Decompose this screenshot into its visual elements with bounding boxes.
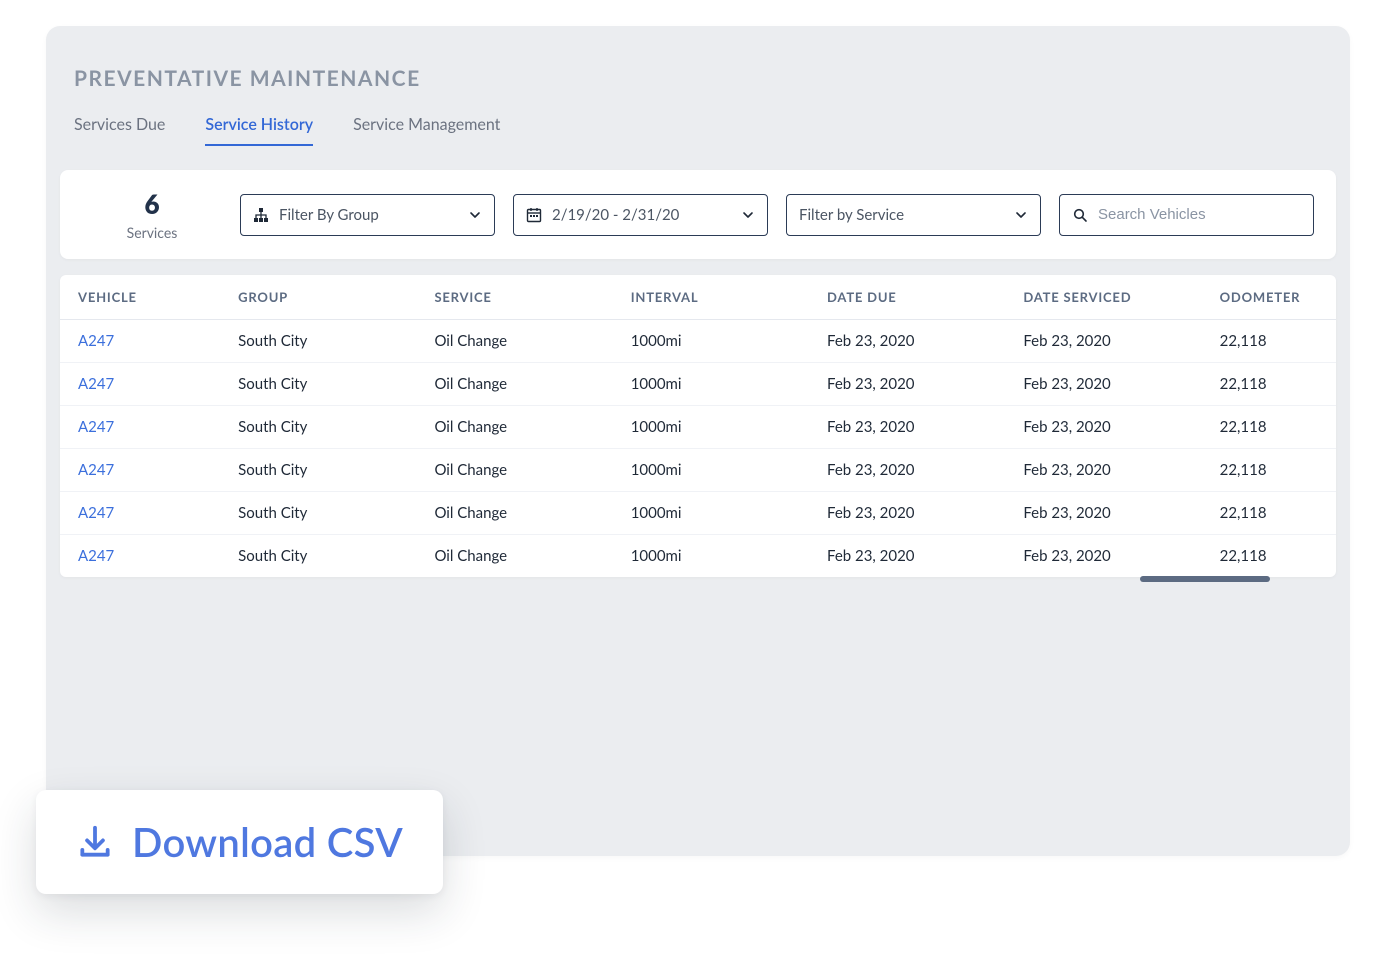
vehicle-cell[interactable]: A247 [60, 363, 220, 406]
calendar-icon [526, 207, 542, 223]
date-serviced-cell: Feb 23, 2020 [1005, 535, 1201, 578]
horizontal-scrollbar-thumb[interactable] [1140, 576, 1270, 582]
services-count-block: 6 Services [82, 188, 222, 241]
date-due-cell: Feb 23, 2020 [809, 406, 1005, 449]
interval-cell: 1000mi [613, 449, 809, 492]
service-cell: Oil Change [416, 449, 612, 492]
table-row[interactable]: A247South CityOil Change1000miFeb 23, 20… [60, 535, 1336, 578]
date-due-cell: Feb 23, 2020 [809, 535, 1005, 578]
interval-cell: 1000mi [613, 535, 809, 578]
hierarchy-icon [253, 207, 269, 223]
odometer-cell: 22,118 [1202, 535, 1336, 578]
service-cell: Oil Change [416, 363, 612, 406]
group-cell: South City [220, 492, 416, 535]
date-serviced-cell: Feb 23, 2020 [1005, 492, 1201, 535]
search-input[interactable] [1098, 206, 1301, 223]
group-cell: South City [220, 320, 416, 363]
filter-by-group[interactable]: Filter By Group [240, 194, 495, 236]
table-header-row: VEHICLE GROUP SERVICE INTERVAL DATE DUE … [60, 275, 1336, 320]
table-row[interactable]: A247South CityOil Change1000miFeb 23, 20… [60, 492, 1336, 535]
col-service[interactable]: SERVICE [416, 275, 612, 320]
page-title: PREVENTATIVE MAINTENANCE [46, 66, 1350, 109]
vehicle-cell[interactable]: A247 [60, 406, 220, 449]
tab-service-history[interactable]: Service History [205, 115, 313, 146]
chevron-down-icon [1014, 208, 1028, 222]
odometer-cell: 22,118 [1202, 406, 1336, 449]
vehicle-cell[interactable]: A247 [60, 535, 220, 578]
date-due-cell: Feb 23, 2020 [809, 449, 1005, 492]
group-cell: South City [220, 535, 416, 578]
date-due-cell: Feb 23, 2020 [809, 363, 1005, 406]
search-icon [1072, 207, 1088, 223]
vehicle-cell[interactable]: A247 [60, 449, 220, 492]
download-csv-label: Download CSV [132, 818, 403, 866]
filter-date-range[interactable]: 2/19/20 - 2/31/20 [513, 194, 768, 236]
vehicle-cell[interactable]: A247 [60, 492, 220, 535]
interval-cell: 1000mi [613, 320, 809, 363]
table-row[interactable]: A247South CityOil Change1000miFeb 23, 20… [60, 406, 1336, 449]
date-serviced-cell: Feb 23, 2020 [1005, 449, 1201, 492]
table-row[interactable]: A247South CityOil Change1000miFeb 23, 20… [60, 449, 1336, 492]
services-count: 6 [144, 188, 159, 220]
tab-services-due[interactable]: Services Due [74, 115, 165, 146]
interval-cell: 1000mi [613, 406, 809, 449]
filter-by-service[interactable]: Filter by Service [786, 194, 1041, 236]
table-row[interactable]: A247South CityOil Change1000miFeb 23, 20… [60, 320, 1336, 363]
search-vehicles[interactable] [1059, 194, 1314, 236]
date-serviced-cell: Feb 23, 2020 [1005, 363, 1201, 406]
chevron-down-icon [741, 208, 755, 222]
interval-cell: 1000mi [613, 492, 809, 535]
col-interval[interactable]: INTERVAL [613, 275, 809, 320]
service-history-table: VEHICLE GROUP SERVICE INTERVAL DATE DUE … [60, 275, 1336, 577]
table-row[interactable]: A247South CityOil Change1000miFeb 23, 20… [60, 363, 1336, 406]
download-icon [76, 823, 114, 861]
odometer-cell: 22,118 [1202, 363, 1336, 406]
tabs: Services Due Service History Service Man… [46, 115, 1350, 146]
download-csv-button[interactable]: Download CSV [36, 790, 443, 894]
vehicle-cell[interactable]: A247 [60, 320, 220, 363]
odometer-cell: 22,118 [1202, 492, 1336, 535]
col-date-due[interactable]: DATE DUE [809, 275, 1005, 320]
filter-by-service-label: Filter by Service [799, 206, 904, 224]
col-date-serviced[interactable]: DATE SERVICED [1005, 275, 1201, 320]
service-cell: Oil Change [416, 406, 612, 449]
date-serviced-cell: Feb 23, 2020 [1005, 320, 1201, 363]
filter-date-range-label: 2/19/20 - 2/31/20 [552, 206, 679, 224]
odometer-cell: 22,118 [1202, 320, 1336, 363]
col-group[interactable]: GROUP [220, 275, 416, 320]
service-cell: Oil Change [416, 535, 612, 578]
col-odometer[interactable]: ODOMETER [1202, 275, 1336, 320]
group-cell: South City [220, 363, 416, 406]
date-due-cell: Feb 23, 2020 [809, 320, 1005, 363]
date-due-cell: Feb 23, 2020 [809, 492, 1005, 535]
filter-bar: 6 Services Filter By Group [60, 170, 1336, 259]
chevron-down-icon [468, 208, 482, 222]
odometer-cell: 22,118 [1202, 449, 1336, 492]
services-count-label: Services [127, 224, 178, 241]
date-serviced-cell: Feb 23, 2020 [1005, 406, 1201, 449]
maintenance-panel: PREVENTATIVE MAINTENANCE Services Due Se… [46, 26, 1350, 856]
filter-by-group-label: Filter By Group [279, 206, 379, 224]
tab-service-management[interactable]: Service Management [353, 115, 500, 146]
service-cell: Oil Change [416, 320, 612, 363]
col-vehicle[interactable]: VEHICLE [60, 275, 220, 320]
interval-cell: 1000mi [613, 363, 809, 406]
service-cell: Oil Change [416, 492, 612, 535]
group-cell: South City [220, 406, 416, 449]
group-cell: South City [220, 449, 416, 492]
